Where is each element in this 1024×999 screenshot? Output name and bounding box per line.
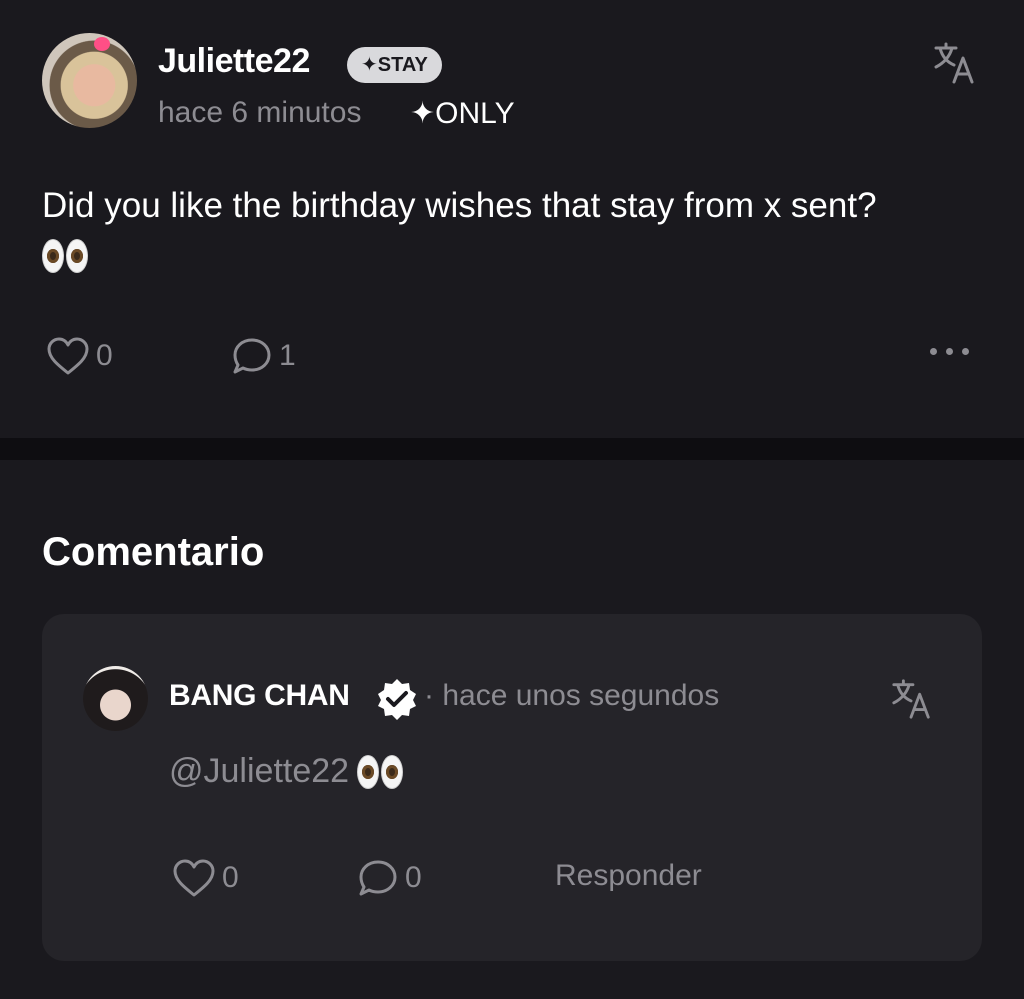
comment-like-count: 0 bbox=[222, 861, 239, 894]
more-icon[interactable] bbox=[930, 348, 969, 355]
author-username[interactable]: Juliette22 bbox=[158, 42, 310, 81]
visibility-label: ✦ONLY bbox=[410, 97, 515, 130]
commenter-username[interactable]: BANG CHAN bbox=[169, 679, 350, 713]
translate-icon[interactable] bbox=[890, 677, 934, 721]
comment-icon bbox=[233, 338, 271, 374]
section-divider bbox=[0, 438, 1024, 460]
comments-title: Comentario bbox=[42, 530, 265, 574]
comment-like-button[interactable]: 0 bbox=[172, 858, 239, 898]
commenter-avatar[interactable] bbox=[83, 666, 148, 731]
comment-item: BANG CHAN · hace unos segundos @Juliette… bbox=[42, 614, 982, 961]
comment-button[interactable]: 1 bbox=[231, 336, 296, 376]
stay-badge: ✦STAY bbox=[347, 47, 442, 83]
heart-icon bbox=[47, 337, 89, 375]
post-body: Did you like the birthday wishes that st… bbox=[42, 182, 992, 278]
eyes-emoji bbox=[357, 754, 404, 789]
verified-icon bbox=[378, 679, 416, 720]
post-time: hace 6 minutos bbox=[158, 96, 362, 129]
eyes-emoji bbox=[42, 238, 88, 273]
comment-time: · hace unos segundos bbox=[424, 679, 720, 712]
reply-button[interactable]: Responder bbox=[555, 859, 702, 893]
heart-icon bbox=[173, 859, 215, 897]
post-text: Did you like the birthday wishes that st… bbox=[42, 186, 877, 225]
comment-text[interactable]: @Juliette22 bbox=[169, 752, 349, 791]
like-count: 0 bbox=[96, 339, 113, 372]
comment-reply-count: 0 bbox=[405, 861, 422, 894]
translate-icon[interactable] bbox=[932, 40, 978, 86]
author-avatar[interactable] bbox=[42, 33, 137, 128]
comment-count: 1 bbox=[279, 339, 296, 372]
post-card: Juliette22 ✦STAY hace 6 minutos ✦ONLY Di… bbox=[0, 0, 1024, 438]
comment-reply-count-button[interactable]: 0 bbox=[357, 858, 422, 898]
comment-body: @Juliette22 bbox=[169, 752, 404, 791]
like-button[interactable]: 0 bbox=[46, 336, 113, 376]
comment-icon bbox=[359, 860, 397, 896]
